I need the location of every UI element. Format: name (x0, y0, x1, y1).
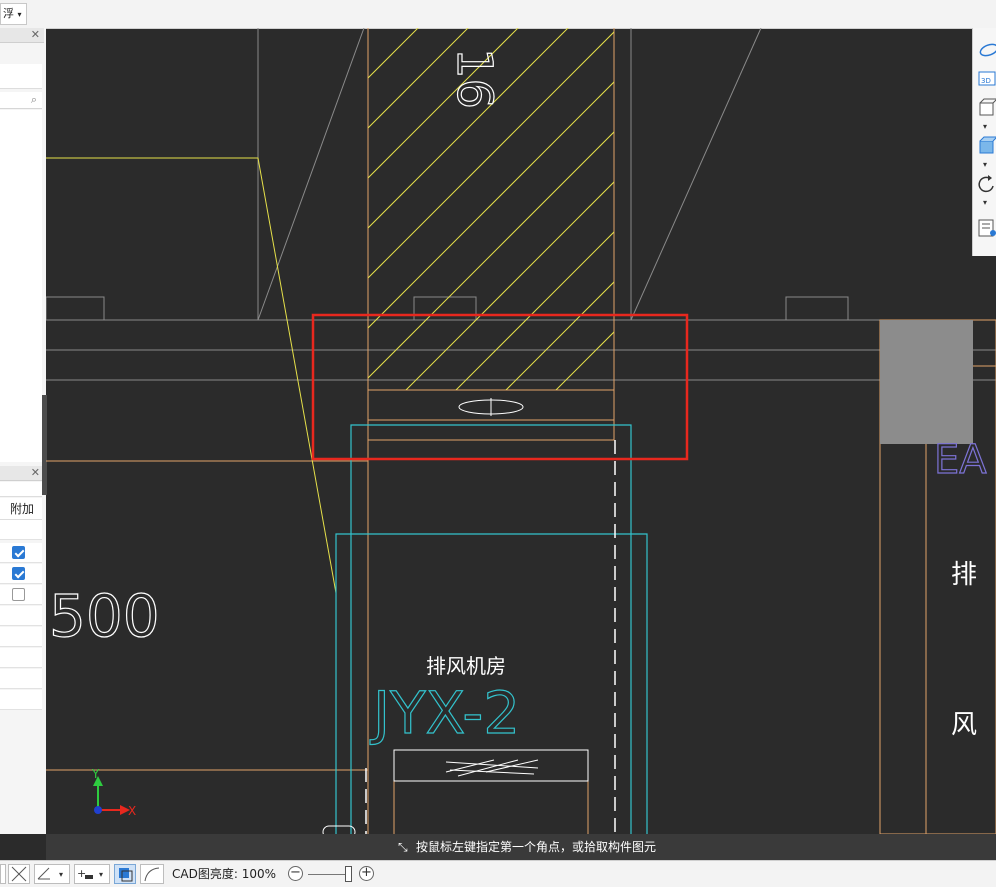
table-row (0, 627, 42, 647)
table-row (0, 520, 42, 540)
attach-checkbox[interactable] (12, 588, 25, 601)
angle-snap-button[interactable]: ▾ (34, 864, 70, 884)
close-icon[interactable]: ✕ (31, 28, 40, 42)
cad-canvas[interactable]: 500 JYX-2 排风机房 16 EA 排 风 Y X (46, 28, 996, 834)
cad-label-feng: 风 (951, 710, 977, 740)
close-icon[interactable]: ✕ (31, 466, 40, 480)
attach-checkbox[interactable] (12, 546, 25, 559)
top-dropdown-label: 浮 (3, 7, 14, 20)
svg-text:▾: ▾ (59, 870, 63, 879)
panel-header-bottom: ✕ (0, 466, 44, 481)
orbit-icon[interactable] (977, 40, 996, 60)
cad-brightness-title: CAD图亮度: (172, 867, 238, 881)
chevron-down-icon: ▾ (17, 10, 22, 19)
table-row (0, 606, 42, 626)
cad-label-16: 16 (446, 48, 502, 109)
table-row (0, 648, 42, 668)
cad-label-room: 排风机房 (426, 654, 506, 678)
box-view-icon[interactable] (977, 98, 996, 118)
ucs-axis-icon: Y X (91, 767, 136, 818)
cad-label-500: 500 (49, 582, 160, 650)
panel-empty (0, 711, 42, 834)
cross-snap-button[interactable] (8, 864, 30, 884)
panel-input[interactable] (0, 64, 42, 89)
command-prompt-text: 按鼠标左键指定第一个角点，或拾取构件图元 (416, 840, 657, 854)
svg-text:+: + (77, 867, 86, 880)
grid-header: 附加 (0, 498, 42, 520)
bottom-toolbar: ▾ + ▾ CAD图亮度: 100% − + (0, 860, 996, 887)
search-input[interactable]: ⌕ (0, 92, 42, 109)
grid-header-label: 附加 (9, 502, 34, 516)
panel-subheader (0, 482, 42, 497)
view-toolbar: 3D ▾ ▾ ▾ (972, 28, 996, 256)
insert-point-button[interactable]: + ▾ (74, 864, 110, 884)
cad-label-jyx2: JYX-2 (370, 679, 520, 747)
zoom-out-icon[interactable]: − (288, 866, 303, 881)
table-row (0, 585, 42, 605)
rotate-icon[interactable] (977, 174, 996, 194)
axis-x-label: X (128, 804, 136, 818)
chevron-down-icon[interactable]: ▾ (983, 198, 987, 207)
axis-y-label: Y (91, 767, 100, 781)
svg-text:3D: 3D (981, 77, 991, 85)
top-toolbar: 浮 ▾ (0, 0, 996, 29)
cad-label-ea: EA (934, 437, 987, 483)
zoom-in-icon[interactable]: + (359, 866, 374, 881)
table-row (0, 564, 42, 584)
3d-view-icon[interactable]: 3D (977, 68, 996, 88)
top-dropdown[interactable]: 浮 ▾ (0, 3, 27, 25)
table-row (0, 690, 42, 710)
command-prompt-bar: ⤡ 按鼠标左键指定第一个角点，或拾取构件图元 (46, 834, 996, 860)
selection-mode-button[interactable] (114, 864, 136, 884)
chevron-down-icon[interactable]: ▾ (983, 160, 987, 169)
snap-button[interactable] (0, 864, 6, 884)
properties-list-icon[interactable] (977, 218, 996, 238)
brightness-slider-thumb[interactable] (345, 866, 352, 882)
panel-header-top: ✕ (0, 28, 44, 43)
svg-text:▾: ▾ (99, 870, 103, 879)
attach-checkbox[interactable] (12, 567, 25, 580)
table-row (0, 543, 42, 563)
solid-view-icon[interactable] (977, 136, 996, 156)
cad-brightness-label: CAD图亮度: 100% (172, 861, 276, 887)
search-icon: ⌕ (30, 93, 37, 106)
table-row (0, 669, 42, 689)
cad-label-pai: 排 (951, 560, 977, 590)
pick-cursor-icon: ⤡ (398, 840, 408, 854)
cad-brightness-value: 100% (241, 867, 277, 881)
arc-snap-button[interactable] (140, 864, 164, 884)
chevron-down-icon[interactable]: ▾ (983, 122, 987, 131)
tree-area (0, 110, 42, 462)
